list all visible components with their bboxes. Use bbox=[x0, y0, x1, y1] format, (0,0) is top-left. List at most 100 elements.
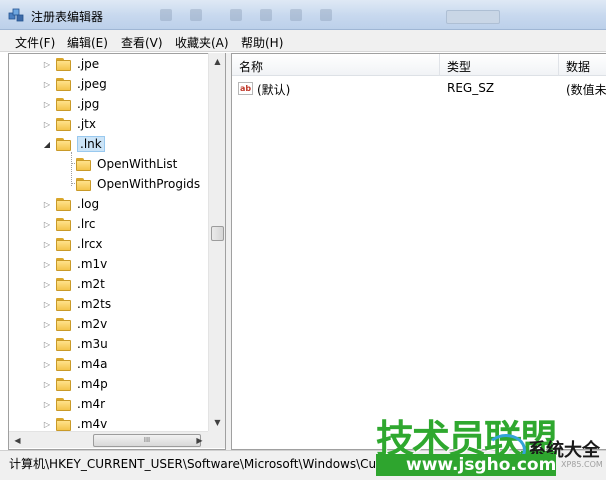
tree-item-label: .jpeg bbox=[77, 77, 107, 91]
tree-item[interactable]: ▷ .m4r bbox=[42, 394, 105, 414]
tree-item[interactable]: ▷ .m2v bbox=[42, 314, 107, 334]
tree-item[interactable]: ▷ .m4a bbox=[42, 354, 108, 374]
expand-arrow-icon[interactable]: ▷ bbox=[42, 119, 52, 129]
folder-icon bbox=[56, 117, 72, 131]
watermark-small-text: XP85.COM bbox=[561, 460, 603, 469]
value-type: REG_SZ bbox=[447, 81, 495, 95]
tree-item-label: .lrc bbox=[77, 217, 96, 231]
folder-icon bbox=[76, 157, 92, 171]
tree-item[interactable]: ▷ .jpg bbox=[42, 94, 99, 114]
menu-edit[interactable]: 编辑(E) bbox=[67, 34, 108, 51]
site-watermark: 技术员联盟 系统大全 www.jsgho.com XP85.COM bbox=[376, 408, 606, 480]
folder-icon bbox=[56, 377, 72, 391]
expand-arrow-icon[interactable]: ▷ bbox=[42, 259, 52, 269]
scroll-corner bbox=[208, 431, 225, 448]
menu-file[interactable]: 文件(F) bbox=[15, 34, 55, 51]
folder-icon bbox=[56, 337, 72, 351]
folder-icon bbox=[56, 137, 72, 151]
folder-icon bbox=[56, 397, 72, 411]
tree-item[interactable]: ▷ .m2ts bbox=[42, 294, 111, 314]
folder-icon bbox=[56, 257, 72, 271]
expand-arrow-icon[interactable]: ▷ bbox=[42, 299, 52, 309]
tree-item[interactable]: ▷ .jpeg bbox=[42, 74, 107, 94]
expand-arrow-icon[interactable]: ▷ bbox=[42, 239, 52, 249]
tree-item-label: .m4p bbox=[77, 377, 108, 391]
tree-item-label: .m2ts bbox=[77, 297, 112, 311]
folder-icon bbox=[56, 357, 72, 371]
tree-item-label: .m1v bbox=[77, 257, 108, 271]
tree-item-label: .m3u bbox=[77, 337, 108, 351]
menu-help[interactable]: 帮助(H) bbox=[241, 34, 283, 51]
expand-arrow-icon[interactable]: ▷ bbox=[42, 99, 52, 109]
folder-icon bbox=[56, 97, 72, 111]
scroll-up-icon[interactable]: ▲ bbox=[209, 53, 226, 70]
tree-item-label: .log bbox=[77, 197, 100, 211]
folder-icon bbox=[56, 197, 72, 211]
tree-item-label: OpenWithList bbox=[97, 157, 178, 171]
tree-item-selected[interactable]: ◢ .lnk bbox=[42, 134, 105, 154]
tree-item-label: .m4v bbox=[77, 417, 108, 431]
list-item[interactable]: ab (默认) REG_SZ (数值未 bbox=[232, 78, 606, 98]
horizontal-scroll-thumb[interactable]: III bbox=[93, 434, 201, 447]
tree-item[interactable]: ▷ .m2t bbox=[42, 274, 105, 294]
tree-item[interactable]: ▷ .jpe bbox=[42, 54, 99, 74]
folder-icon bbox=[56, 237, 72, 251]
registry-tree[interactable]: ▷ .jpe ▷ .jpeg ▷ .jpg ▷ .jtx ◢ .lnk Open… bbox=[8, 53, 226, 450]
folder-icon bbox=[56, 77, 72, 91]
folder-icon bbox=[56, 217, 72, 231]
watermark-url: www.jsgho.com bbox=[376, 454, 556, 476]
expand-arrow-icon[interactable]: ▷ bbox=[42, 359, 52, 369]
tree-item-label: .lrcx bbox=[77, 237, 103, 251]
expand-arrow-icon[interactable]: ▷ bbox=[42, 279, 52, 289]
tree-item[interactable]: ▷ .lrc bbox=[42, 214, 95, 234]
expand-arrow-icon[interactable]: ▷ bbox=[42, 419, 52, 429]
tree-item[interactable]: ▷ .m1v bbox=[42, 254, 107, 274]
scroll-right-icon[interactable]: ▶ bbox=[191, 432, 208, 449]
expand-arrow-icon[interactable]: ▷ bbox=[42, 199, 52, 209]
column-header-name[interactable]: 名称 bbox=[232, 54, 440, 76]
expand-arrow-icon[interactable]: ▷ bbox=[42, 379, 52, 389]
registry-editor-icon bbox=[8, 8, 24, 22]
menu-view[interactable]: 查看(V) bbox=[121, 34, 163, 51]
tree-item[interactable]: ▷ .jtx bbox=[42, 114, 96, 134]
tree-item-label: .m4r bbox=[77, 397, 106, 411]
tree-item[interactable]: ▷ .m4p bbox=[42, 374, 108, 394]
tree-item-label: .jpg bbox=[77, 97, 100, 111]
expand-arrow-icon[interactable]: ▷ bbox=[42, 219, 52, 229]
expand-arrow-icon[interactable]: ▷ bbox=[42, 339, 52, 349]
expand-arrow-icon[interactable]: ▷ bbox=[42, 59, 52, 69]
expand-arrow-icon[interactable]: ▷ bbox=[42, 319, 52, 329]
tree-item-label: .lnk bbox=[77, 136, 105, 152]
title-bar-background bbox=[150, 6, 450, 24]
collapse-arrow-icon[interactable]: ◢ bbox=[42, 139, 52, 149]
string-value-icon: ab bbox=[238, 82, 253, 95]
column-header-data[interactable]: 数据 bbox=[559, 54, 606, 76]
folder-icon bbox=[56, 277, 72, 291]
tree-vertical-scrollbar[interactable]: ▲ ▼ bbox=[208, 53, 225, 431]
tree-item-label: .m4a bbox=[77, 357, 108, 371]
tree-item[interactable]: ▷ .log bbox=[42, 194, 99, 214]
menu-favorites[interactable]: 收藏夹(A) bbox=[175, 34, 229, 51]
tree-item[interactable]: OpenWithList bbox=[62, 154, 177, 174]
folder-icon bbox=[56, 417, 72, 431]
tree-item[interactable]: OpenWithProgids bbox=[62, 174, 200, 194]
tree-item-label: OpenWithProgids bbox=[97, 177, 201, 191]
vertical-scroll-thumb[interactable] bbox=[211, 226, 224, 241]
tree-item-label: .m2v bbox=[77, 317, 108, 331]
scroll-down-icon[interactable]: ▼ bbox=[209, 414, 226, 431]
tree-item-label: .jtx bbox=[77, 117, 96, 131]
value-name: (默认) bbox=[257, 83, 291, 97]
title-bar-button[interactable] bbox=[446, 10, 500, 24]
expand-arrow-icon[interactable]: ▷ bbox=[42, 79, 52, 89]
scroll-left-icon[interactable]: ◀ bbox=[9, 432, 26, 449]
tree-item-label: .m2t bbox=[77, 277, 105, 291]
tree-item[interactable]: ▷ .lrcx bbox=[42, 234, 103, 254]
expand-arrow-icon[interactable]: ▷ bbox=[42, 399, 52, 409]
tree-horizontal-scrollbar[interactable]: ◀ III ▶ bbox=[9, 431, 208, 448]
column-header-type[interactable]: 类型 bbox=[440, 54, 559, 76]
tree-item[interactable]: ▷ .m3u bbox=[42, 334, 108, 354]
title-bar[interactable]: 注册表编辑器 bbox=[0, 0, 606, 30]
values-list[interactable]: 名称 类型 数据 ab (默认) REG_SZ (数值未 bbox=[231, 53, 606, 450]
folder-icon bbox=[76, 177, 92, 191]
status-path: 计算机\HKEY_CURRENT_USER\Software\Microsoft… bbox=[9, 457, 382, 471]
